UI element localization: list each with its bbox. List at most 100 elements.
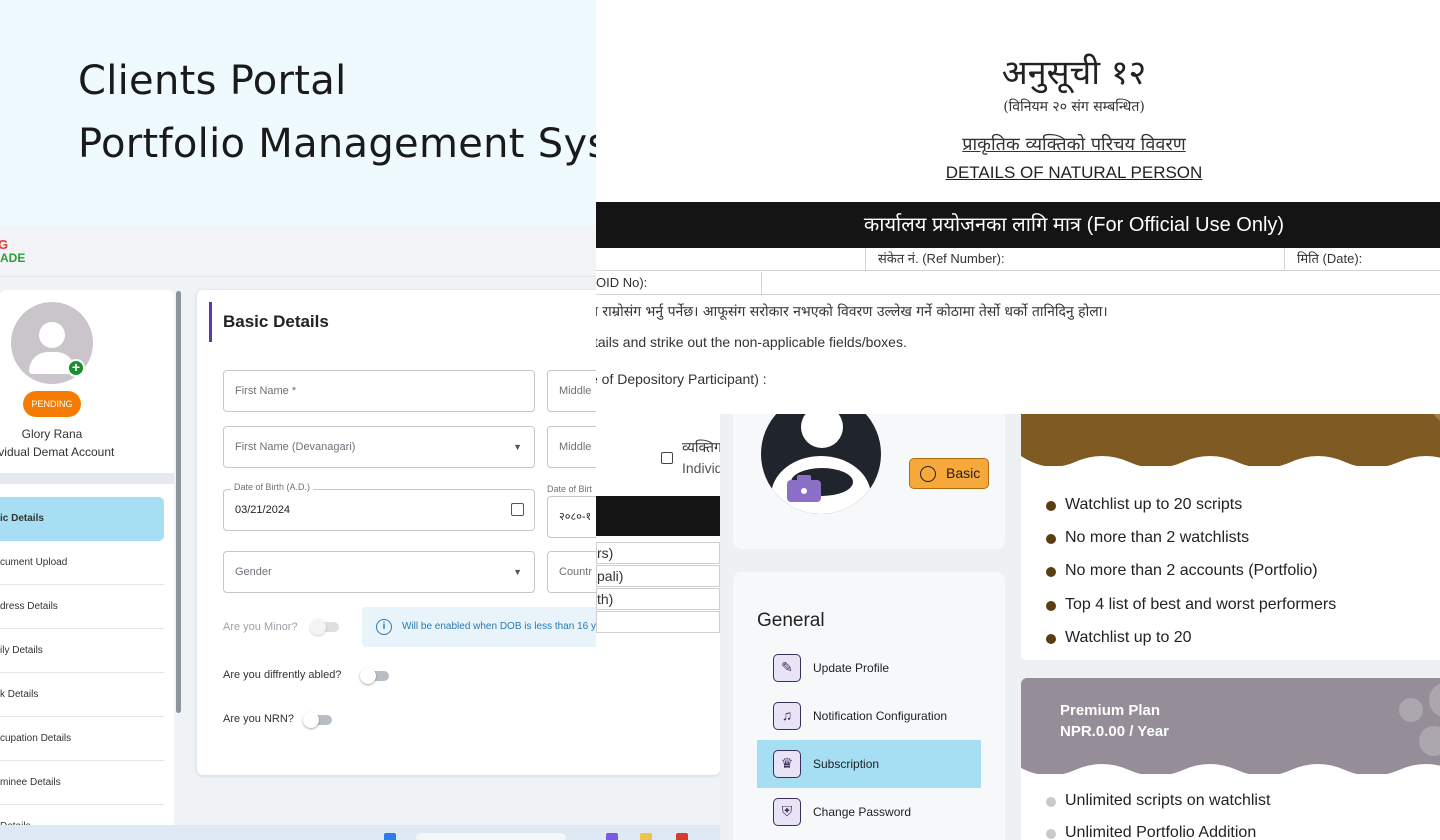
ref-number-cell: संकेत नं. (Ref Number): — [865, 248, 1285, 271]
sidebar-divider — [0, 473, 174, 484]
list-item: Watchlist up to 20 scripts — [1045, 496, 1243, 513]
list-item: Unlimited Portfolio Addition — [1045, 824, 1257, 840]
menu-item-label: Update Profile — [813, 661, 890, 675]
user-name: Glory Rana — [21, 427, 83, 441]
status-badge: PENDING — [23, 391, 81, 417]
sidebar-item-document-upload[interactable]: cument Upload — [0, 541, 164, 585]
list-item: No more than 2 watchlists — [1045, 529, 1250, 546]
form-subtitle-nepali: प्राकृतिक व्यक्तिको परिचय विवरण — [962, 134, 1186, 155]
menu-item-label: Change Password — [813, 805, 912, 819]
heading-accent-bar — [209, 302, 212, 342]
dob-ad-input[interactable]: 03/21/2024 — [223, 489, 535, 531]
menu-item-subscription[interactable]: ♛ Subscription — [757, 740, 981, 788]
minor-info-text: Will be enabled when DOB is less than 16… — [402, 621, 596, 632]
individual-label-english: Individ — [682, 460, 720, 476]
wave-divider — [1021, 456, 1440, 480]
table-row: rs) — [596, 542, 720, 564]
folder-icon[interactable] — [640, 833, 652, 840]
menu-item-update-profile[interactable]: ✎ Update Profile — [757, 644, 981, 692]
os-taskbar — [0, 825, 720, 840]
sidebar-item-family-details[interactable]: ily Details — [0, 629, 164, 673]
natural-person-form: अनुसूची १२ (विनियम २० संग सम्बन्धित) प्र… — [596, 0, 1440, 414]
date-cell: मिति (Date): — [1284, 248, 1440, 271]
list-item: Unlimited scripts on watchlist — [1045, 792, 1271, 809]
profile-sidebar: + PENDING Glory Rana ividual Demat Accou… — [0, 290, 174, 840]
chevron-down-icon: ▼ — [513, 442, 522, 452]
minor-label: Are you Minor? — [223, 621, 298, 633]
decor-bubble — [1399, 698, 1423, 722]
nrn-label: Are you NRN? — [223, 713, 294, 725]
section-heading: Basic Details — [223, 312, 329, 331]
premium-plan-card: Premium Plan NPR.0.00 / Year Unlimited s… — [1021, 678, 1440, 840]
differently-abled-toggle[interactable] — [360, 668, 389, 684]
taskbar-app-icon[interactable] — [606, 833, 618, 840]
boid-cell: OID No): — [596, 275, 648, 290]
sidebar-item-nominee-details[interactable]: minee Details — [0, 761, 164, 805]
menu-item-notification-configuration[interactable]: ♫ Notification Configuration — [757, 692, 981, 740]
taskbar-search-box[interactable] — [416, 833, 566, 840]
first-name-devanagari-placeholder: First Name (Devanagari) — [235, 441, 356, 453]
menu-item-label: Subscription — [813, 757, 880, 771]
form-fragment: व्यक्तिग Individ rs) pali) th) — [596, 414, 720, 650]
table-row — [596, 611, 720, 633]
table-row: संकेत नं. (Ref Number): मिति (Date): — [596, 248, 1440, 271]
individual-label-nepali: व्यक्तिग — [682, 440, 720, 456]
menu-item-label: Notification Configuration — [813, 709, 948, 723]
nrn-toggle[interactable] — [303, 712, 332, 728]
gender-select[interactable]: Gender ▼ — [223, 551, 535, 593]
minor-toggle[interactable] — [310, 619, 339, 635]
dob-ad-value: 03/21/2024 — [235, 504, 291, 516]
avatar-head-shape — [39, 322, 65, 348]
bell-icon: ♫ — [773, 702, 801, 730]
table-row: OID No): — [596, 272, 1440, 295]
list-item: Top 4 list of best and worst performers — [1045, 596, 1337, 613]
list-item: No more than 2 accounts (Portfolio) — [1046, 562, 1318, 579]
differently-abled-label: Are you diffrently abled? — [223, 669, 342, 681]
sidebar-item-bank-details[interactable]: k Details — [0, 673, 164, 717]
individual-checkbox[interactable] — [661, 452, 673, 464]
info-icon: i — [376, 619, 392, 635]
profile-avatar[interactable] — [761, 414, 881, 514]
first-name-input[interactable]: First Name * — [223, 370, 535, 412]
medal-icon — [920, 466, 936, 482]
general-settings-menu: General ✎ Update Profile ♫ Notification … — [733, 572, 1005, 840]
windows-start-icon[interactable] — [384, 833, 396, 840]
table-row: th) — [596, 588, 720, 610]
general-title: General — [757, 610, 825, 631]
menu-item-change-password[interactable]: ⛨ Change Password — [757, 788, 981, 836]
dp-name-label: e of Depository Participant) : — [596, 371, 767, 387]
logo-mark: G — [0, 237, 9, 252]
plan-badge: Basic — [909, 458, 989, 489]
hero-banner: Clients Portal Portfolio Management Syst… — [0, 0, 688, 225]
crown-icon: ♛ — [773, 750, 801, 778]
plan-badge-label: Basic — [946, 465, 981, 481]
add-photo-icon[interactable]: + — [67, 359, 85, 377]
shield-lock-icon: ⛨ — [773, 798, 801, 826]
plan-name: Premium Plan — [1060, 702, 1161, 719]
hero-title-line1: Clients Portal — [78, 58, 347, 104]
profile-card: Basic — [733, 414, 1005, 549]
sidebar-item-address-details[interactable]: dress Details — [0, 585, 164, 629]
gender-placeholder: Gender — [235, 566, 272, 578]
calendar-icon[interactable] — [511, 503, 524, 516]
camera-icon[interactable] — [787, 474, 821, 504]
sidebar-item-basic-details[interactable]: ic Details — [0, 497, 164, 541]
basic-plan-card: Watchlist up to 20 scripts No more than … — [1021, 414, 1440, 660]
form-subtitle-english: DETAILS OF NATURAL PERSON — [945, 163, 1203, 182]
boid-value-cell[interactable] — [761, 272, 1440, 295]
sidebar-item-occupation-details[interactable]: cupation Details — [0, 717, 164, 761]
browser-icon[interactable] — [676, 833, 688, 840]
form-rule-reference: (विनियम २० संग सम्बन्धित) — [1003, 99, 1145, 115]
official-use-table: संकेत नं. (Ref Number): मिति (Date): OID… — [596, 248, 1440, 295]
sidebar-scrollbar[interactable] — [176, 291, 181, 713]
instruction-english: tails and strike out the non-applicable … — [596, 334, 907, 350]
avatar-head-shape — [801, 414, 843, 448]
first-name-devanagari-select[interactable]: First Name (Devanagari) ▼ — [223, 426, 535, 468]
form-schedule-title: अनुसूची १२ — [1001, 53, 1147, 93]
logo-text: ADE — [0, 251, 26, 265]
dob-bs-label: Date of Birt — [544, 484, 596, 494]
chevron-down-icon: ▼ — [513, 567, 522, 577]
settings-screenshot: Basic General ✎ Update Profile ♫ Notific… — [720, 414, 1440, 840]
account-type: ividual Demat Account — [0, 445, 115, 459]
section-bar — [596, 496, 720, 536]
